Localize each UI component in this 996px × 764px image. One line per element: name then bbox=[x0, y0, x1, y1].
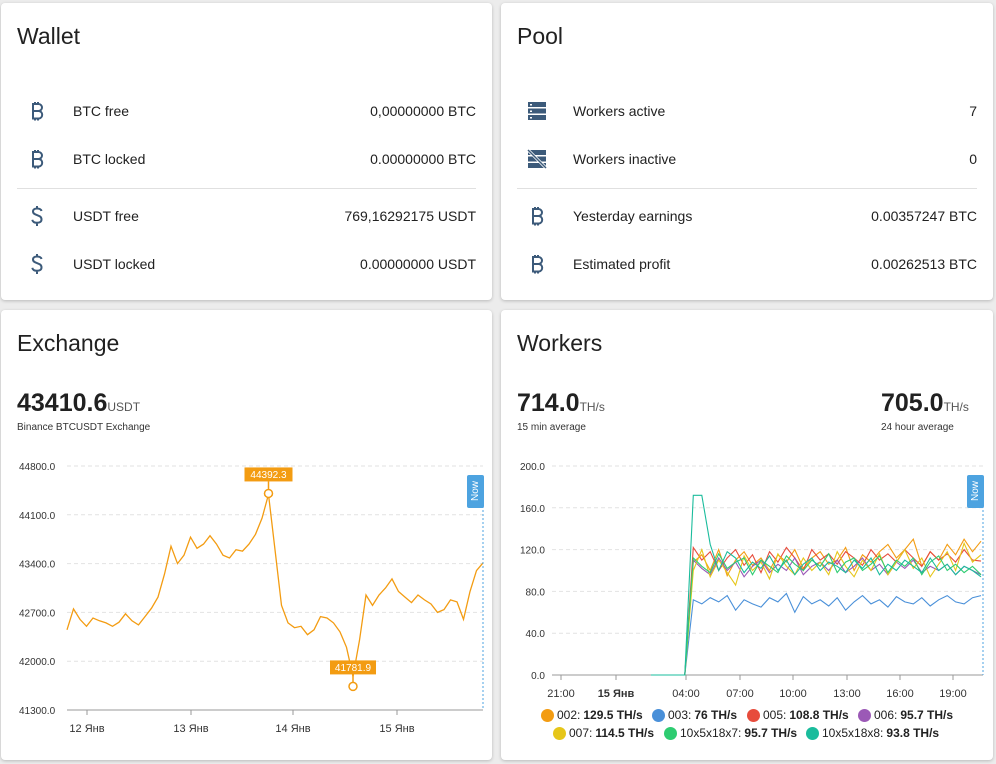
wallet-row-btc-free: BTC free 0,00000000 BTC bbox=[17, 87, 476, 135]
wallet-row-value: 0.00000000 BTC bbox=[370, 151, 476, 167]
wallet-row-btc-locked: BTC locked 0.00000000 BTC bbox=[17, 135, 476, 183]
legend-dot bbox=[747, 708, 760, 722]
x-tick-label: 14 Янв bbox=[275, 723, 310, 735]
pool-row-label: Workers active bbox=[573, 103, 666, 119]
min-marker-label: 41781.9 bbox=[335, 663, 372, 674]
bitcoin-icon bbox=[17, 101, 57, 121]
workers-legend: 002: 129.5 TH/s 003: 76 TH/s 005: 108.8 TH/… bbox=[501, 310, 993, 760]
legend-item[interactable]: 006: 95.7 TH/s bbox=[858, 708, 953, 722]
server-icon bbox=[517, 101, 557, 121]
pool-row-estimated-profit: Estimated profit 0.00262513 BTC bbox=[517, 240, 977, 288]
legend-name: 003: bbox=[668, 708, 692, 722]
bitcoin-icon bbox=[517, 206, 557, 226]
legend-name: 002: bbox=[557, 708, 581, 722]
legend-item[interactable]: 005: 108.8 TH/s bbox=[747, 708, 849, 722]
pool-row-value: 0 bbox=[969, 151, 977, 167]
legend-value: 108.8 TH/s bbox=[789, 708, 849, 722]
legend-dot bbox=[541, 708, 554, 722]
wallet-card: Wallet BTC free 0,00000000 BTC BTC locke… bbox=[1, 3, 492, 300]
wallet-row-usdt-free: USDT free 769,16292175 USDT bbox=[17, 192, 476, 240]
legend-name: 005: bbox=[763, 708, 787, 722]
dollar-icon bbox=[17, 253, 57, 275]
wallet-row-label: USDT free bbox=[73, 208, 139, 224]
pool-title: Pool bbox=[517, 23, 564, 49]
wallet-row-label: BTC free bbox=[73, 103, 130, 119]
pool-row-value: 0.00262513 BTC bbox=[871, 256, 977, 272]
pool-row-label: Yesterday earnings bbox=[573, 208, 693, 224]
legend-value: 95.7 TH/s bbox=[900, 708, 954, 722]
legend-value: 76 TH/s bbox=[694, 708, 738, 722]
legend-dot bbox=[858, 708, 871, 722]
legend-dot bbox=[806, 726, 819, 740]
now-label: Now bbox=[470, 480, 481, 501]
legend-name: 006: bbox=[874, 708, 898, 722]
legend-item[interactable]: 007: 114.5 TH/s bbox=[553, 726, 654, 740]
divider bbox=[517, 188, 977, 189]
wallet-row-label: BTC locked bbox=[73, 151, 146, 167]
wallet-row-value: 0,00000000 BTC bbox=[370, 103, 476, 119]
legend-dot bbox=[664, 726, 677, 740]
legend-value: 95.7 TH/s bbox=[744, 726, 798, 740]
y-tick-label: 44100.0 bbox=[19, 511, 56, 522]
legend-value: 129.5 TH/s bbox=[583, 708, 643, 722]
exchange-card: Exchange 43410.6USDT Binance BTCUSDT Exc… bbox=[1, 310, 492, 760]
x-tick-label: 15 Янв bbox=[379, 723, 414, 735]
divider bbox=[17, 188, 476, 189]
price-line bbox=[66, 494, 484, 677]
wallet-row-label: USDT locked bbox=[73, 256, 156, 272]
pool-card: Pool Workers active 7 Workers inactive 0… bbox=[501, 3, 993, 300]
server-off-icon bbox=[517, 149, 557, 169]
wallet-row-value: 769,16292175 USDT bbox=[344, 208, 476, 224]
min-marker bbox=[348, 681, 358, 692]
legend-item[interactable]: 10x5x18x7: 95.7 TH/s bbox=[664, 726, 797, 740]
legend-dot bbox=[553, 726, 566, 740]
y-tick-label: 44800.0 bbox=[19, 462, 56, 473]
legend-name: 007: bbox=[569, 726, 593, 740]
legend-dot bbox=[652, 708, 665, 722]
y-tick-label: 42700.0 bbox=[19, 608, 56, 619]
bitcoin-icon bbox=[17, 149, 57, 169]
y-tick-label: 43400.0 bbox=[19, 560, 56, 571]
pool-row-workers-active: Workers active 7 bbox=[517, 87, 977, 135]
pool-row-workers-inactive: Workers inactive 0 bbox=[517, 135, 977, 183]
legend-name: 10x5x18x7: bbox=[680, 726, 742, 740]
wallet-row-value: 0.00000000 USDT bbox=[360, 256, 476, 272]
max-marker-label: 44392.3 bbox=[250, 470, 287, 481]
wallet-row-usdt-locked: USDT locked 0.00000000 USDT bbox=[17, 240, 476, 288]
max-marker bbox=[263, 488, 274, 499]
legend-item[interactable]: 10x5x18x8: 93.8 TH/s bbox=[806, 726, 939, 740]
exchange-chart: 41300.0 42000.0 42700.0 43400.0 44100.0 44800… bbox=[19, 462, 484, 735]
y-tick-label: 42000.0 bbox=[19, 657, 56, 668]
legend-item[interactable]: 003: 76 TH/s bbox=[652, 708, 737, 722]
workers-card: Workers 714.0TH/s 15 min average 705.0TH… bbox=[501, 310, 993, 760]
x-tick-label: 13 Янв bbox=[173, 723, 208, 735]
wallet-title: Wallet bbox=[17, 23, 81, 49]
x-tick-label: 12 Янв bbox=[69, 723, 104, 735]
y-tick-label: 41300.0 bbox=[19, 706, 56, 717]
legend-value: 93.8 TH/s bbox=[886, 726, 940, 740]
pool-row-value: 0.00357247 BTC bbox=[871, 208, 977, 224]
bitcoin-icon bbox=[517, 254, 557, 274]
legend-name: 10x5x18x8: bbox=[822, 726, 884, 740]
pool-row-label: Workers inactive bbox=[573, 151, 677, 167]
pool-row-yesterday-earnings: Yesterday earnings 0.00357247 BTC bbox=[517, 192, 977, 240]
legend-value: 114.5 TH/s bbox=[595, 726, 655, 740]
legend-item[interactable]: 002: 129.5 TH/s bbox=[541, 708, 643, 722]
pool-row-value: 7 bbox=[969, 103, 977, 119]
dollar-icon bbox=[17, 205, 57, 227]
pool-row-label: Estimated profit bbox=[573, 256, 671, 272]
